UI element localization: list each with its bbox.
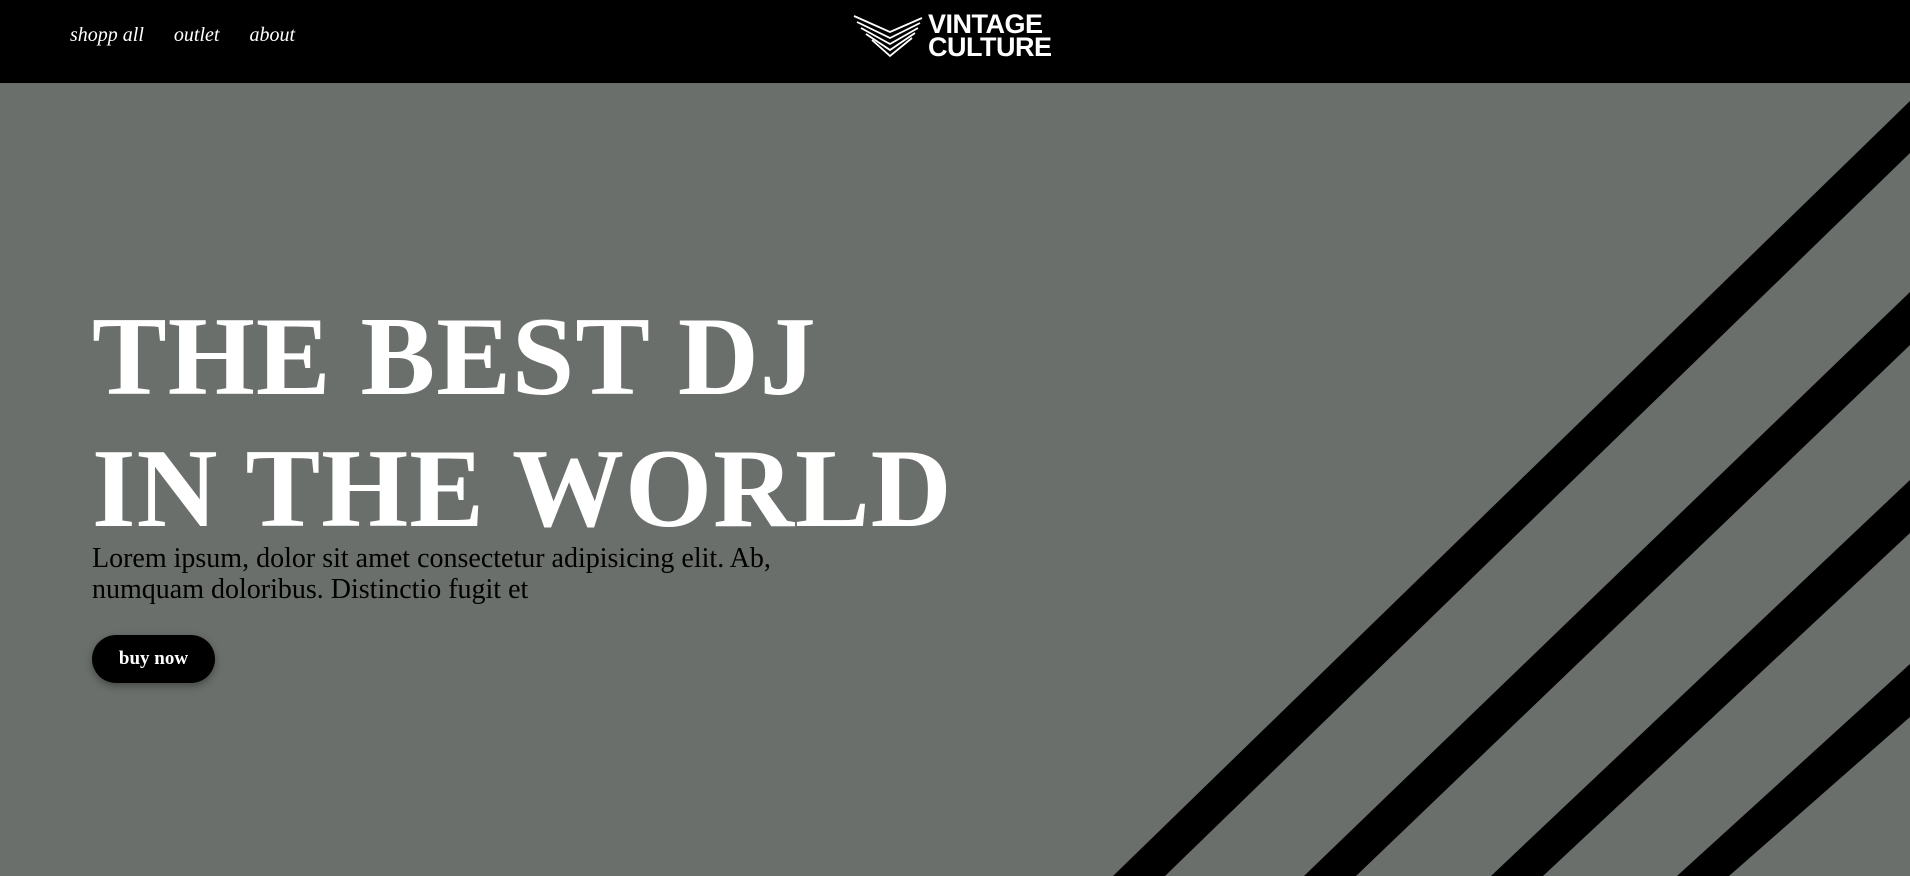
top-navigation-bar: shopp all outlet about VINTAGE CULTURE [0,0,1910,83]
buy-now-button[interactable]: buy now [92,635,215,683]
nav-link-shop-all[interactable]: shopp all [70,24,144,47]
brand-wordmark: VINTAGE CULTURE [928,11,1052,62]
hero-description: Lorem ipsum, dolor sit amet consectetur … [92,543,771,605]
hero-section: THE BEST DJ IN THE WORLD Lorem ipsum, do… [0,83,1910,876]
main-nav: shopp all outlet about [70,24,295,47]
hero-headline-line1: THE BEST DJ [92,295,817,419]
brand-wordmark-line2: CULTURE [928,32,1052,62]
diagonal-stripe [1113,101,1910,876]
nav-link-outlet[interactable]: outlet [174,24,220,47]
hero-headline: THE BEST DJ IN THE WORLD [92,291,953,555]
stacked-chevron-logo-icon [853,15,923,58]
brand-logo[interactable]: VINTAGE CULTURE [852,11,1052,62]
hero-headline-line2: IN THE WORLD [92,427,953,551]
nav-link-about[interactable]: about [249,24,295,47]
